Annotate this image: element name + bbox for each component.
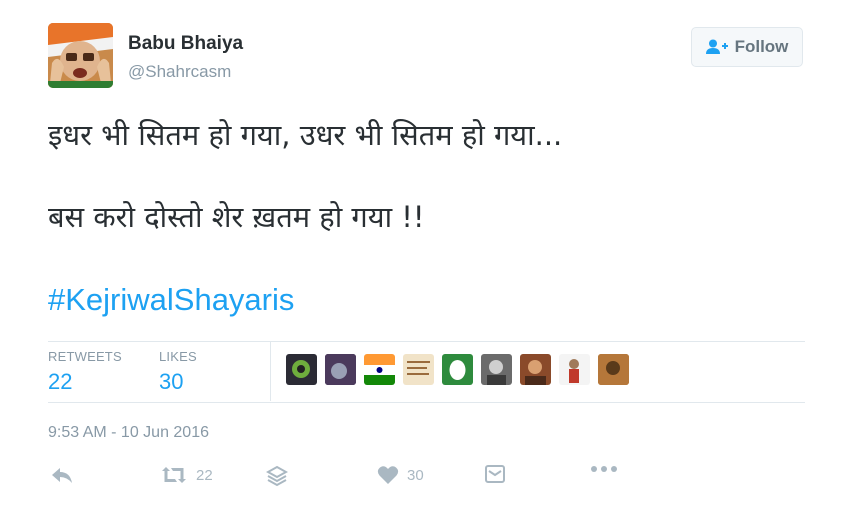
likes-count[interactable]: 30 [159,369,183,395]
like-button[interactable]: 30 [377,465,424,485]
more-icon [591,466,617,472]
avatar-image [48,23,113,88]
reply-icon [52,468,72,483]
avatar[interactable] [48,23,113,88]
media-button[interactable] [485,465,505,483]
stats-separator [270,342,271,401]
liker-avatar[interactable] [442,354,473,385]
like-count: 30 [407,466,424,484]
liker-avatar[interactable] [520,354,551,385]
retweets-label[interactable]: RETWEETS [48,349,122,364]
add-user-icon [705,39,728,54]
divider-bottom [48,402,805,403]
reply-button[interactable] [50,465,74,485]
liker-avatar[interactable] [325,354,356,385]
liker-avatar[interactable] [559,354,590,385]
media-icon [485,465,505,483]
liker-avatar[interactable] [286,354,317,385]
retweet-icon [162,467,186,483]
liker-avatar[interactable] [598,354,629,385]
liker-avatars [286,354,637,385]
follow-label: Follow [734,37,789,56]
display-name[interactable]: Babu Bhaiya [128,33,243,55]
divider-top [48,341,805,342]
tweet-timestamp[interactable]: 9:53 AM - 10 Jun 2016 [48,424,209,442]
user-handle[interactable]: @Shahrcasm [128,62,231,82]
hashtag-link[interactable]: #KejriwalShayaris [48,282,294,318]
liker-avatar[interactable] [481,354,512,385]
tweet-text-line-1: इधर भी सितम हो गया, उधर भी सितम हो गया..… [48,118,563,152]
retweets-count[interactable]: 22 [48,369,72,395]
layers-icon [266,465,288,487]
more-button[interactable] [590,465,618,473]
tweet-text-line-2: बस करो दोस्तो शेर ख़तम हो गया !! [48,200,425,234]
liker-avatar[interactable] [364,354,395,385]
likes-label[interactable]: LIKES [159,349,197,364]
heart-icon [377,466,399,484]
retweet-count: 22 [196,466,213,484]
retweet-button[interactable]: 22 [160,465,213,485]
liker-avatar[interactable] [403,354,434,385]
layers-button[interactable] [266,465,288,487]
follow-button[interactable]: Follow [691,27,803,67]
